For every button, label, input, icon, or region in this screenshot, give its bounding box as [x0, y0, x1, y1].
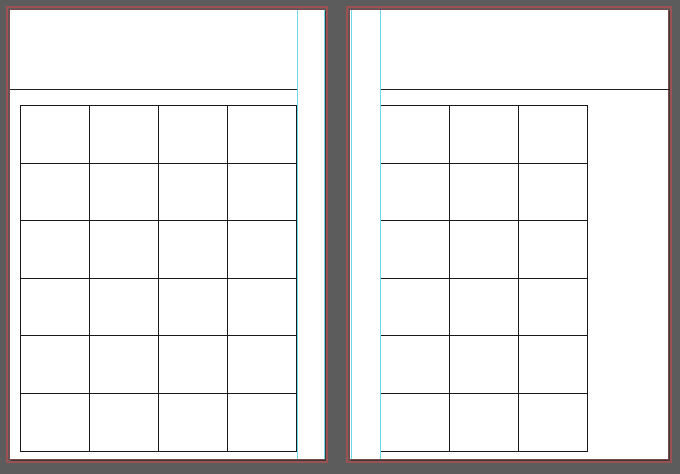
grid-cell[interactable]	[450, 393, 519, 452]
grid-cell[interactable]	[90, 393, 159, 452]
left-page-grid	[20, 105, 298, 452]
grid-cell[interactable]	[228, 163, 297, 222]
right-page[interactable]	[346, 6, 672, 463]
header-divider	[380, 89, 670, 90]
grid-cell[interactable]	[90, 336, 159, 394]
grid-cell[interactable]	[519, 393, 588, 452]
header-divider	[10, 89, 298, 90]
grid-cell[interactable]	[450, 278, 519, 337]
grid-cell[interactable]	[381, 106, 450, 164]
grid-cell[interactable]	[90, 221, 159, 279]
grid-cell[interactable]	[450, 221, 519, 279]
grid-cell[interactable]	[228, 278, 297, 337]
grid-cell[interactable]	[381, 278, 450, 337]
grid-cell[interactable]	[21, 106, 90, 164]
grid-cell[interactable]	[90, 106, 159, 164]
grid-cell[interactable]	[519, 336, 588, 394]
left-page[interactable]	[6, 6, 328, 463]
grid-cell[interactable]	[90, 278, 159, 337]
grid-cell[interactable]	[381, 163, 450, 222]
grid-cell[interactable]	[381, 221, 450, 279]
grid-cell[interactable]	[159, 106, 228, 164]
grid-cell[interactable]	[381, 336, 450, 394]
grid-cell[interactable]	[21, 393, 90, 452]
grid-cell[interactable]	[159, 163, 228, 222]
grid-cell[interactable]	[228, 393, 297, 452]
grid-cell[interactable]	[90, 163, 159, 222]
grid-cell[interactable]	[519, 221, 588, 279]
grid-cell[interactable]	[228, 336, 297, 394]
grid-cell[interactable]	[228, 221, 297, 279]
grid-cell[interactable]	[450, 336, 519, 394]
grid-cell[interactable]	[450, 163, 519, 222]
grid-cell[interactable]	[21, 163, 90, 222]
right-page-grid	[380, 105, 588, 452]
grid-cell[interactable]	[381, 393, 450, 452]
grid-cell[interactable]	[21, 278, 90, 337]
grid-cell[interactable]	[519, 106, 588, 164]
grid-cell[interactable]	[519, 278, 588, 337]
grid-cell[interactable]	[21, 221, 90, 279]
grid-cell[interactable]	[21, 336, 90, 394]
grid-cell[interactable]	[450, 106, 519, 164]
spine-bleed-guide	[297, 10, 325, 459]
grid-cell[interactable]	[159, 336, 228, 394]
grid-cell[interactable]	[159, 221, 228, 279]
spine-bleed-guide	[351, 10, 381, 459]
grid-cell[interactable]	[519, 163, 588, 222]
grid-cell[interactable]	[159, 278, 228, 337]
grid-cell[interactable]	[159, 393, 228, 452]
grid-cell[interactable]	[228, 106, 297, 164]
